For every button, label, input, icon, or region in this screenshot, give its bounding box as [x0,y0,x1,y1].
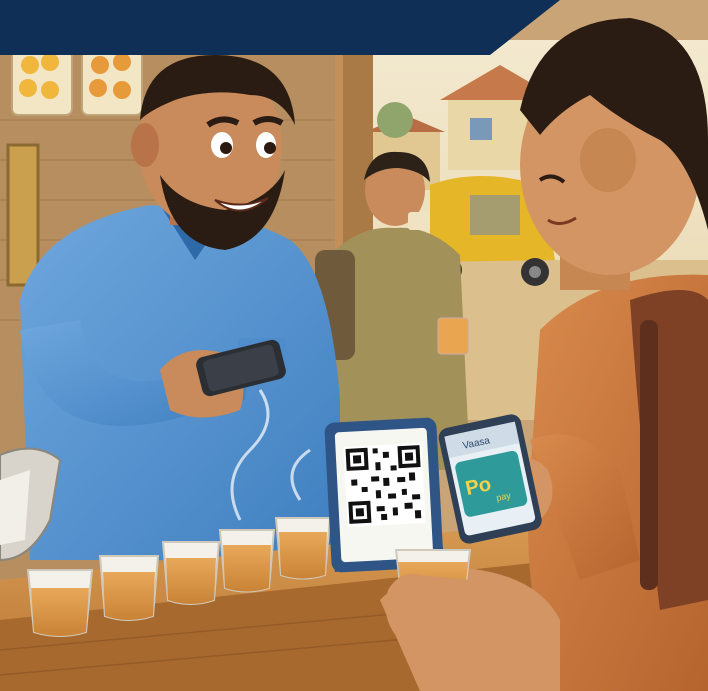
top-banner [0,0,560,55]
illustration: Vaasa Po pay [0,0,708,691]
qr-code [343,442,426,527]
wall-frame [6,143,40,287]
customer-chai-glass [385,549,475,640]
